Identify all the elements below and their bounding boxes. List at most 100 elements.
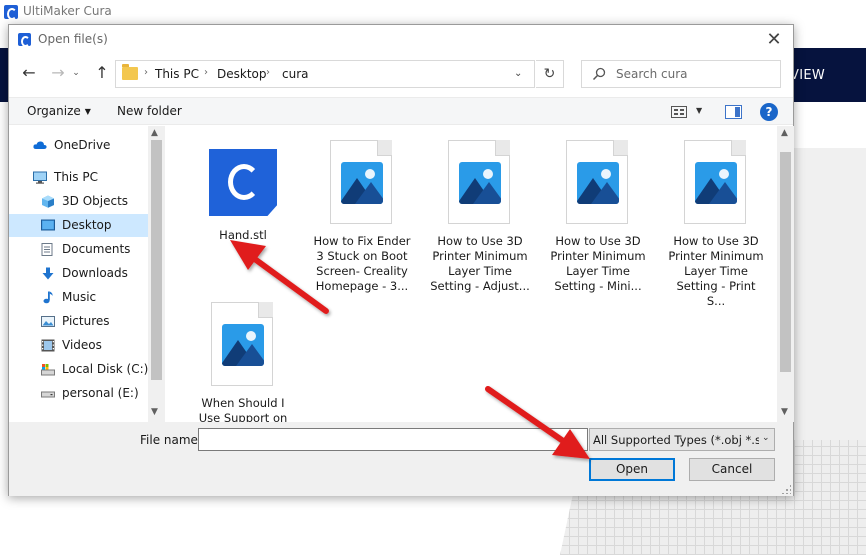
breadcrumb-separator[interactable]: ›: [144, 67, 148, 78]
breadcrumb-separator[interactable]: ›: [204, 67, 208, 78]
list-item[interactable]: How to Use 3D Printer Minimum Layer Time…: [430, 140, 530, 294]
cloud-icon: [33, 141, 47, 149]
breadcrumb-this-pc[interactable]: This PC: [155, 67, 199, 81]
sidebar-item-label: personal (E:): [62, 386, 139, 400]
image-file-icon: [564, 140, 632, 226]
pictures-icon: [41, 316, 55, 327]
file-list-scroll-thumb[interactable]: [780, 152, 791, 372]
search-input[interactable]: [616, 65, 776, 83]
dialog-footer: File name: All Supported Types (*.obj *.…: [9, 422, 793, 496]
desktop-icon: [41, 219, 55, 231]
organize-label: Organize: [27, 104, 81, 118]
sidebar-item-label: Documents: [62, 242, 131, 256]
scroll-up-arrow-icon[interactable]: ▲: [781, 128, 788, 138]
search-box[interactable]: [581, 60, 781, 88]
list-item[interactable]: How to Use 3D Printer Minimum Layer Time…: [666, 140, 766, 309]
sidebar-item-downloads[interactable]: Downloads: [9, 262, 148, 285]
cura-logo-icon: [18, 33, 31, 47]
organize-button[interactable]: Organize ▼: [27, 104, 91, 118]
computer-icon: [33, 171, 47, 184]
sidebar-scrollbar[interactable]: ▲ ▼: [148, 126, 165, 422]
music-icon: [43, 291, 53, 304]
sidebar-item-local-disk-c[interactable]: Local Disk (C:): [9, 358, 148, 381]
app-side-panel: [792, 148, 866, 443]
scroll-down-arrow-icon[interactable]: ▼: [781, 407, 788, 417]
breadcrumb-cura[interactable]: cura: [282, 67, 309, 81]
download-icon: [42, 267, 54, 280]
list-item[interactable]: How to Fix Ender 3 Stuck on Boot Screen-…: [312, 140, 412, 294]
file-name-label: File name:: [140, 433, 202, 447]
list-item[interactable]: How to Use 3D Printer Minimum Layer Time…: [548, 140, 648, 294]
recent-locations-chevron-icon[interactable]: ⌄: [69, 62, 83, 84]
file-thumbnail: [209, 146, 277, 232]
drive-icon: [41, 391, 55, 398]
file-name: How to Fix Ender 3 Stuck on Boot Screen-…: [313, 234, 411, 293]
file-name-input[interactable]: [198, 428, 588, 451]
app-titlebar: UltiMaker Cura: [0, 0, 866, 24]
file-name: How to Use 3D Printer Minimum Layer Time…: [430, 234, 530, 293]
chevron-down-icon: ⌄: [762, 433, 770, 443]
open-button[interactable]: Open: [589, 458, 675, 481]
address-bar[interactable]: › This PC › Desktop › cura ⌄: [115, 60, 535, 88]
file-name: How to Use 3D Printer Minimum Layer Time…: [550, 234, 646, 293]
file-item-hand-stl[interactable]: Hand.stl: [193, 146, 293, 243]
sidebar-scroll-thumb[interactable]: [151, 140, 162, 380]
help-icon[interactable]: ?: [760, 103, 778, 121]
sidebar-item-personal-e[interactable]: personal (E:): [9, 382, 148, 405]
list-item[interactable]: When Should I Use Support on: [193, 302, 293, 422]
sidebar-item-label: This PC: [54, 170, 98, 184]
caret-down-icon: ▼: [84, 107, 91, 116]
close-button[interactable]: ✕: [757, 27, 791, 53]
sidebar-item-label: OneDrive: [54, 138, 111, 152]
change-view-icon[interactable]: [671, 106, 687, 118]
sidebar-item-videos[interactable]: Videos: [9, 334, 148, 357]
preview-pane-icon[interactable]: [725, 105, 742, 119]
image-file-icon: [209, 302, 277, 388]
view-menu-label[interactable]: VIEW: [790, 68, 825, 83]
dialog-title: Open file(s): [38, 32, 108, 46]
open-file-dialog: Open file(s) ✕ ← → ⌄ ↑ › This PC › Deskt…: [8, 24, 794, 496]
search-icon: [592, 67, 606, 81]
file-type-value: All Supported Types (*.obj *.stl *: [593, 433, 759, 447]
sidebar-item-label: Music: [62, 290, 97, 304]
refresh-button[interactable]: ↻: [536, 60, 564, 88]
sidebar-item-label: Desktop: [62, 218, 112, 232]
dialog-titlebar: Open file(s) ✕: [9, 25, 793, 55]
up-arrow-icon[interactable]: ↑: [91, 62, 113, 84]
sidebar-item-documents[interactable]: Documents: [9, 238, 148, 261]
view-options-caret-icon[interactable]: ▼: [696, 106, 702, 115]
videos-icon: [41, 339, 55, 352]
cube-icon: [42, 195, 54, 208]
address-dropdown-chevron-icon[interactable]: ⌄: [514, 68, 522, 79]
sidebar-item-label: Videos: [62, 338, 102, 352]
new-folder-button[interactable]: New folder: [117, 104, 182, 118]
back-arrow-icon[interactable]: ←: [18, 62, 40, 84]
scroll-down-arrow-icon[interactable]: ▼: [151, 407, 158, 417]
image-file-icon: [446, 140, 514, 226]
sidebar-item-onedrive[interactable]: OneDrive: [9, 134, 148, 157]
cancel-button[interactable]: Cancel: [689, 458, 775, 481]
sidebar-item-label: Pictures: [62, 314, 110, 328]
disk-icon: [41, 364, 55, 376]
breadcrumb-desktop[interactable]: Desktop: [217, 67, 267, 81]
file-name: How to Use 3D Printer Minimum Layer Time…: [668, 234, 764, 308]
forward-arrow-icon[interactable]: →: [47, 62, 69, 84]
sidebar-item-this-pc[interactable]: This PC: [9, 166, 148, 189]
breadcrumb-separator[interactable]: ›: [266, 67, 270, 78]
file-list: Hand.stl How to Fix Ender 3 Stuck on Boo…: [166, 126, 794, 422]
command-toolbar: Organize ▼ New folder ▼ ?: [9, 97, 793, 125]
cura-stl-icon: [209, 149, 277, 216]
sidebar-item-3d-objects[interactable]: 3D Objects: [9, 190, 148, 213]
sidebar-item-desktop[interactable]: Desktop: [9, 214, 148, 237]
app-title: UltiMaker Cura: [23, 4, 112, 18]
resize-grip[interactable]: [781, 484, 791, 494]
scroll-up-arrow-icon[interactable]: ▲: [151, 128, 158, 138]
sidebar-item-label: 3D Objects: [62, 194, 129, 208]
sidebar-item-music[interactable]: Music: [9, 286, 148, 309]
file-type-select[interactable]: All Supported Types (*.obj *.stl * ⌄: [589, 428, 775, 451]
cura-logo-icon: [4, 5, 18, 20]
sidebar-item-pictures[interactable]: Pictures: [9, 310, 148, 333]
file-list-scrollbar[interactable]: ▲ ▼: [777, 126, 794, 422]
folder-icon: [122, 64, 138, 80]
sidebar-item-label: Downloads: [62, 266, 128, 280]
